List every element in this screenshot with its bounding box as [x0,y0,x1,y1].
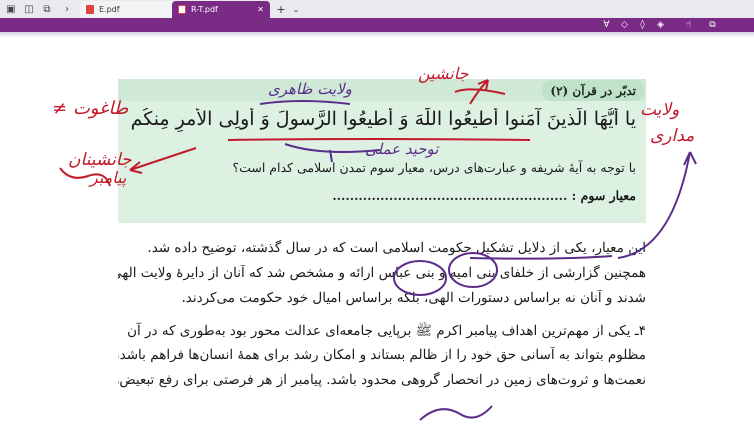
ink-note-janeshin: جانشین [418,64,469,83]
pdf-file-icon [178,5,186,14]
tab-group-icon[interactable]: ⧉ [40,2,54,16]
quran-verse: یا أَیُّهَا الَّذینَ آمَنوا أَطیعُوا الل… [130,108,636,130]
eraser-alt-icon[interactable]: ◈ [654,19,667,31]
body-paragraph-line: مظلوم بتواند به آسانی حق خود را از ظالم … [118,347,646,363]
ink-note-tawhid-amali: توحید عملی [365,140,439,158]
pdf-toolbar: ∀ ◇ ◊ ◈ ☝ ⧉ [0,18,754,32]
body-paragraph-line-cut [118,397,646,419]
more-icon[interactable]: ⧉ [706,19,719,31]
touch-write-icon[interactable]: ☝ [682,19,695,31]
pen-icon[interactable]: ◊ [636,19,649,31]
ink-note-wilayah-zaheri: ولایت ظاهری [268,80,352,98]
close-tab-icon[interactable]: ✕ [257,5,264,14]
back-tab-icon[interactable]: ◫ [22,2,36,16]
body-paragraph-line: نعمت‌ها و ثروت‌های زمین در انحصار گروهی … [118,372,646,388]
body-paragraph-line: ۴ـ یکی از مهم‌ترین اهداف پیامبر اکرم ﷺ ب… [127,323,646,339]
window-menu-icon[interactable]: ▣ [4,2,18,16]
chevron-down-icon[interactable]: ⌄ [290,2,302,16]
highlighter-icon[interactable]: ∀ [600,19,613,31]
box-question: با توجه به آیهٔ شریفه و عبارت‌های درس، م… [232,160,636,175]
tab-label: E.pdf [99,5,120,14]
body-paragraph-line: شدند و آنان نه براساس دستورات الهی، بلکه… [181,290,646,306]
ink-note-madari: مداری [650,126,695,146]
eraser-icon[interactable]: ◇ [618,19,631,31]
ink-note-janeshinan: جانشینان [68,150,132,170]
ink-note-taghut: ≠ طاغوت [52,98,129,119]
pdf-file-icon [86,5,94,14]
tab-r-t-pdf[interactable]: R-T.pdf ✕ [172,1,270,18]
tab-label: R-T.pdf [191,5,218,14]
tab-strip: ▣ ◫ ⧉ › E.pdf R-T.pdf ✕ + ⌄ [0,0,754,18]
body-paragraph-line: همچنین گزارشی از خلفای بنی امیه و بنی عب… [118,265,646,281]
reflection-box-title: تدبّر در قرآن (۲) [542,80,644,101]
ink-note-wilayah: ولایت [640,100,680,120]
body-paragraph-line: این معیار، یکی از دلایل تشکیل حکومت اسلا… [147,240,646,256]
ink-note-payambar: پیامبر [90,168,127,187]
more-tabs-icon[interactable]: › [60,2,74,16]
tab-e-pdf[interactable]: E.pdf [80,1,172,18]
criterion-field[interactable]: معیار سوم : ............................… [290,188,636,210]
new-tab-icon[interactable]: + [274,2,288,16]
